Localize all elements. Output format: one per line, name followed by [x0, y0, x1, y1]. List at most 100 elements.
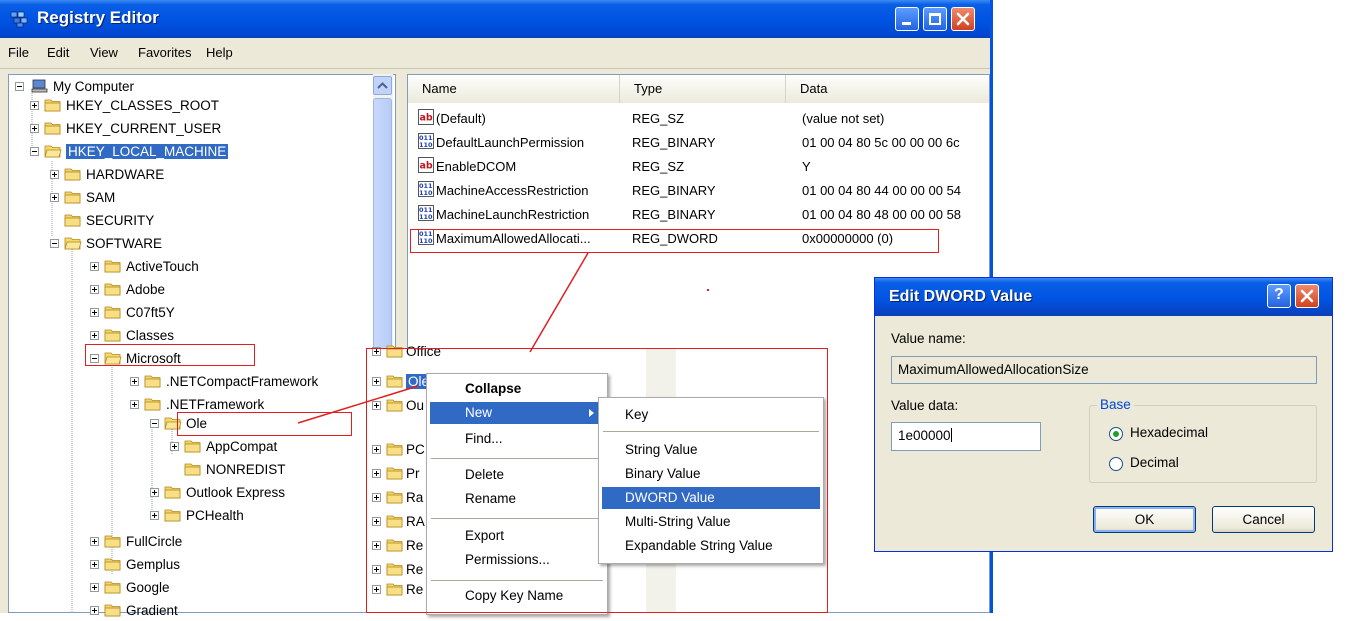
expand-toggle[interactable] [90, 537, 99, 546]
tree-label: Ole [186, 416, 208, 431]
column-data[interactable]: Data [786, 75, 989, 103]
expand-toggle[interactable] [90, 583, 99, 592]
column-type[interactable]: Type [620, 75, 786, 103]
folder-icon [386, 491, 403, 504]
folder-icon [144, 398, 161, 411]
menu-collapse[interactable]: Collapse [465, 381, 521, 396]
ok-button[interactable]: OK [1093, 506, 1196, 533]
value-data: 01 00 04 80 48 00 00 00 58 [802, 207, 962, 222]
expand-toggle[interactable] [90, 285, 99, 294]
menu-find[interactable]: Find... [465, 431, 503, 446]
expand-toggle[interactable] [170, 442, 179, 451]
submenu-dword-label: DWORD Value [625, 490, 715, 505]
expand-toggle[interactable] [90, 331, 99, 340]
collapse-toggle[interactable] [150, 419, 159, 428]
value-type: REG_BINARY [632, 183, 716, 198]
folder-icon [386, 399, 403, 412]
expand-toggle [372, 541, 381, 550]
menu-file[interactable]: File [8, 45, 29, 60]
submenu-string-value[interactable]: String Value [625, 442, 698, 457]
tree-label: HKEY_CLASSES_ROOT [66, 98, 220, 113]
expand-toggle[interactable] [50, 193, 59, 202]
folder-icon [104, 260, 121, 273]
tree-label: ActiveTouch [126, 259, 199, 274]
menu-rename[interactable]: Rename [465, 491, 516, 506]
expand-toggle[interactable] [150, 488, 159, 497]
tree-scroll-thumb[interactable] [373, 98, 392, 358]
value-data: Y [802, 159, 811, 174]
list-row[interactable]: 011 110 DefaultLaunchPermission REG_BINARY 0… [408, 131, 989, 154]
menu-edit[interactable]: Edit [47, 45, 69, 60]
column-name[interactable]: Name [408, 75, 620, 103]
hexadecimal-radio[interactable] [1109, 427, 1123, 441]
chevron-up-icon [377, 82, 388, 89]
collapse-toggle[interactable] [15, 82, 24, 91]
value-data-input[interactable]: 1e00000 [891, 422, 1041, 451]
expand-toggle[interactable] [90, 606, 99, 615]
tree-label: SECURITY [86, 213, 155, 228]
expand-toggle[interactable] [90, 560, 99, 569]
decimal-label[interactable]: Decimal [1130, 455, 1179, 470]
tree-label: HARDWARE [86, 167, 165, 182]
submenu-expandable-string-value[interactable]: Expandable String Value [625, 538, 773, 553]
menu-view[interactable]: View [90, 45, 118, 60]
expand-toggle[interactable] [130, 400, 139, 409]
new-submenu: Key String Value Binary Value DWORD Valu… [598, 397, 824, 564]
list-row[interactable]: 011 110 MachineAccessRestriction REG_BINARY… [408, 179, 989, 202]
expand-toggle[interactable] [30, 101, 39, 110]
collapse-toggle[interactable] [30, 147, 39, 156]
value-type: REG_SZ [632, 111, 685, 126]
expand-toggle [372, 469, 381, 478]
value-name-field: MaximumAllowedAllocationSize [891, 356, 1317, 384]
list-row[interactable]: ab EnableDCOM REG_SZ Y [408, 155, 989, 178]
collapse-toggle[interactable] [90, 354, 99, 363]
submenu-binary-value[interactable]: Binary Value [625, 466, 701, 481]
tree-label: .NETCompactFramework [166, 374, 319, 389]
dialog-title-bar[interactable]: Edit DWORD Value ? [875, 278, 1332, 316]
folder-icon [386, 539, 403, 552]
text-caret [950, 428, 952, 442]
menu-help[interactable]: Help [206, 45, 233, 60]
tree-label: AppCompat [206, 439, 278, 454]
scroll-up-button[interactable] [373, 76, 392, 95]
value-data: 01 00 04 80 5c 00 00 00 6c [802, 135, 960, 150]
list-row[interactable]: 011 110 MaximumAllowedAllocati... REG_DWORD… [408, 227, 989, 250]
list-row[interactable]: 011 110 MachineLaunchRestriction REG_BINARY… [408, 203, 989, 226]
menu-export[interactable]: Export [465, 528, 504, 543]
tree-label: Re [406, 538, 424, 553]
menu-favorites[interactable]: Favorites [138, 45, 191, 60]
decimal-radio[interactable] [1109, 457, 1123, 471]
help-button[interactable]: ? [1267, 284, 1291, 308]
submenu-key[interactable]: Key [625, 407, 648, 422]
tree-label: SAM [86, 190, 116, 205]
value-data-text: 1e00000 [898, 428, 951, 443]
menu-permissions[interactable]: Permissions... [465, 552, 550, 567]
value-type: REG_BINARY [632, 207, 716, 222]
expand-toggle[interactable] [90, 262, 99, 271]
expand-toggle[interactable] [150, 511, 159, 520]
collapse-toggle[interactable] [50, 239, 59, 248]
cancel-button[interactable]: Cancel [1212, 506, 1315, 533]
expand-toggle[interactable] [30, 124, 39, 133]
expand-toggle[interactable] [50, 170, 59, 179]
submenu-dword-value[interactable]: DWORD Value [602, 487, 820, 509]
menu-delete[interactable]: Delete [465, 467, 504, 482]
tree-label: .NETFramework [166, 397, 265, 412]
minimize-button[interactable] [895, 7, 919, 31]
hexadecimal-label[interactable]: Hexadecimal [1130, 425, 1208, 440]
menu-new[interactable]: New [430, 402, 602, 424]
folder-icon [64, 214, 81, 227]
value-name: EnableDCOM [436, 159, 517, 174]
submenu-multi-string-value[interactable]: Multi-String Value [625, 514, 731, 529]
expand-toggle[interactable] [130, 377, 139, 386]
close-button[interactable] [951, 7, 975, 31]
title-bar[interactable]: Registry Editor [0, 0, 990, 38]
tree-label: Outlook Express [186, 485, 286, 500]
folder-icon [386, 467, 403, 480]
expand-toggle[interactable] [90, 308, 99, 317]
dialog-close-button[interactable] [1295, 284, 1319, 308]
menu-copy-key-name[interactable]: Copy Key Name [465, 588, 563, 603]
list-row[interactable]: ab (Default) REG_SZ (value not set) [408, 107, 989, 130]
maximize-button[interactable] [923, 7, 947, 31]
tree-node-my-computer[interactable]: My Computer [9, 77, 379, 97]
